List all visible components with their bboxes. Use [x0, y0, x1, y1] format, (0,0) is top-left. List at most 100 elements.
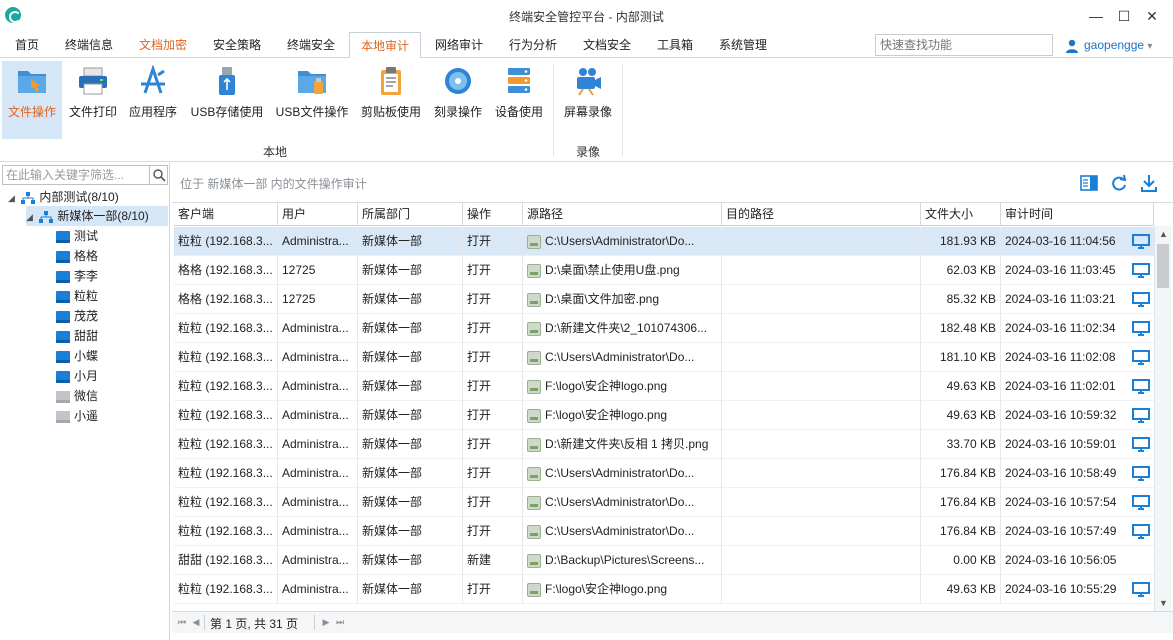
table-row[interactable]: 粒粒 (192.168.3... Administra... 新媒体一部 打开 F:\l… [174, 401, 1154, 430]
table-row[interactable]: 粒粒 (192.168.3... Administra... 新媒体一部 打开 C:\U… [174, 343, 1154, 372]
tab-doc-security[interactable]: 文档安全 [576, 32, 638, 58]
screen-view-icon[interactable] [1132, 263, 1150, 278]
quick-search-input[interactable] [875, 34, 1053, 56]
clipboard-button[interactable]: 剪贴板使用 [356, 61, 426, 137]
cell-text: D:\新建文件夹\2_101074306... [545, 321, 708, 335]
tree-filter-input[interactable]: 在此输入关键字筛选... [2, 165, 168, 185]
cell-text: 打开 [467, 495, 492, 509]
close-button[interactable]: ✕ [1138, 4, 1166, 28]
tree-node-dept[interactable]: ◢ 新媒体一部(8/10) [26, 206, 168, 226]
tree-node-user[interactable]: 小遥 [56, 406, 168, 426]
minimize-button[interactable]: — [1082, 4, 1110, 28]
tab-terminal-info[interactable]: 终端信息 [58, 32, 120, 58]
screen-view-icon[interactable] [1132, 437, 1150, 452]
file-print-button[interactable]: 文件打印 [64, 61, 122, 137]
tab-doc-encryption[interactable]: 文档加密 [132, 32, 194, 58]
application-button[interactable]: 应用程序 [124, 61, 182, 137]
tree-node-user[interactable]: 小蝶 [56, 346, 168, 366]
col-dest-path[interactable]: 目的路径 [722, 203, 921, 226]
table-row[interactable]: 粒粒 (192.168.3... Administra... 新媒体一部 打开 D:\新… [174, 430, 1154, 459]
tree-user-label: 小蝶 [74, 349, 99, 363]
next-page-icon[interactable]: ▶ [320, 615, 332, 629]
cell-user: Administra... [278, 314, 358, 343]
prev-page-icon[interactable]: ◀ [190, 615, 202, 629]
screen-view-icon[interactable] [1132, 292, 1150, 307]
col-source-path[interactable]: 源路径 [523, 203, 722, 226]
tab-system-management[interactable]: 系统管理 [712, 32, 774, 58]
screen-view-icon[interactable] [1132, 524, 1150, 539]
screen-view-icon[interactable] [1132, 321, 1150, 336]
burn-operation-button[interactable]: 刻录操作 [428, 61, 488, 137]
screen-view-icon[interactable] [1132, 379, 1150, 394]
cell-text: D:\桌面\禁止使用U盘.png [545, 263, 680, 277]
tab-terminal-security[interactable]: 终端安全 [280, 32, 342, 58]
tree-node-user[interactable]: 格格 [56, 246, 168, 266]
tree-node-user[interactable]: 测试 [56, 226, 168, 246]
collapse-arrow-icon[interactable]: ◢ [8, 188, 18, 208]
cell-text: 新媒体一部 [362, 495, 423, 509]
table-row[interactable]: 粒粒 (192.168.3... Administra... 新媒体一部 打开 C:\U… [174, 517, 1154, 546]
tree-node-user[interactable]: 甜甜 [56, 326, 168, 346]
cell-user: Administra... [278, 372, 358, 401]
screen-view-icon[interactable] [1132, 582, 1150, 597]
tree-node-root[interactable]: ◢ 内部测试(8/10) [8, 187, 168, 207]
table-row[interactable]: 粒粒 (192.168.3... Administra... 新媒体一部 打开 F:\l… [174, 575, 1154, 604]
screen-record-button[interactable]: 屏幕录像 [558, 61, 618, 137]
col-file-size[interactable]: 文件大小 [921, 203, 1001, 226]
table-row[interactable]: 粒粒 (192.168.3... Administra... 新媒体一部 打开 C:\U… [174, 227, 1154, 256]
cell-text: 打开 [467, 292, 492, 306]
column-settings-icon[interactable] [1079, 173, 1099, 193]
tab-home[interactable]: 首页 [6, 32, 48, 58]
collapse-arrow-icon[interactable]: ◢ [26, 207, 36, 227]
tree-node-user[interactable]: 粒粒 [56, 286, 168, 306]
png-file-icon [527, 524, 541, 539]
tree-node-user[interactable]: 微信 [56, 386, 168, 406]
usb-storage-button[interactable]: USB存储使用 [186, 61, 268, 137]
screen-view-icon[interactable] [1132, 495, 1150, 510]
table-row[interactable]: 粒粒 (192.168.3... Administra... 新媒体一部 打开 D:\新… [174, 314, 1154, 343]
col-user[interactable]: 用户 [278, 203, 358, 226]
tree-node-user[interactable]: 茂茂 [56, 306, 168, 326]
cell-dept: 新媒体一部 [358, 488, 463, 517]
screen-view-icon[interactable] [1132, 350, 1150, 365]
last-page-icon[interactable]: ⏭ [334, 615, 346, 629]
tree-search-button[interactable] [149, 166, 167, 184]
tab-security-policy[interactable]: 安全策略 [206, 32, 268, 58]
vertical-scrollbar[interactable]: ▲ ▼ [1154, 226, 1171, 611]
table-row[interactable]: 粒粒 (192.168.3... Administra... 新媒体一部 打开 F:\l… [174, 372, 1154, 401]
table-row[interactable]: 甜甜 (192.168.3... Administra... 新媒体一部 新建 D:\B… [174, 546, 1154, 575]
col-operation[interactable]: 操作 [463, 203, 523, 226]
scroll-down-icon[interactable]: ▼ [1155, 595, 1172, 611]
screen-view-icon[interactable] [1132, 408, 1150, 423]
scroll-thumb[interactable] [1157, 244, 1169, 288]
refresh-icon[interactable] [1109, 173, 1129, 193]
user-menu[interactable]: gaopengge ▾ [1065, 36, 1152, 56]
col-dept[interactable]: 所属部门 [358, 203, 463, 226]
tab-network-audit[interactable]: 网络审计 [428, 32, 490, 58]
maximize-button[interactable]: ☐ [1110, 4, 1138, 28]
table-row[interactable]: 粒粒 (192.168.3... Administra... 新媒体一部 打开 C:\U… [174, 459, 1154, 488]
table-row[interactable]: 格格 (192.168.3... 12725 新媒体一部 打开 D:\桌面\文件加密.p… [174, 285, 1154, 314]
scroll-up-icon[interactable]: ▲ [1155, 226, 1172, 242]
device-usage-button[interactable]: 设备使用 [490, 61, 548, 137]
tab-toolbox[interactable]: 工具箱 [650, 32, 700, 58]
table-row[interactable]: 粒粒 (192.168.3... Administra... 新媒体一部 打开 C:\U… [174, 488, 1154, 517]
screen-view-icon[interactable] [1132, 234, 1150, 249]
col-client[interactable]: 客户端 [174, 203, 278, 226]
download-icon[interactable] [1139, 173, 1159, 193]
screen-view-icon[interactable] [1132, 466, 1150, 481]
tab-local-audit[interactable]: 本地审计 [349, 32, 421, 59]
tab-behavior-analysis[interactable]: 行为分析 [502, 32, 564, 58]
file-operation-button[interactable]: 文件操作 [2, 61, 62, 139]
tree-node-user[interactable]: 李李 [56, 266, 168, 286]
tree-node-user[interactable]: 小月 [56, 366, 168, 386]
cell-text: 2024-03-16 10:59:01 [1005, 437, 1117, 451]
cell-text: C:\Users\Administrator\Do... [545, 350, 695, 364]
cell-src: D:\桌面\文件加密.png [523, 285, 722, 314]
first-page-icon[interactable]: ⏮ [176, 615, 188, 629]
table-row[interactable]: 格格 (192.168.3... 12725 新媒体一部 打开 D:\桌面\禁止使用U盘… [174, 256, 1154, 285]
col-audit-time[interactable]: 审计时间 [1001, 203, 1154, 226]
cell-time: 2024-03-16 11:02:01 [1001, 372, 1131, 401]
cell-text: 甜甜 (192.168.3... [178, 553, 273, 567]
usb-file-operation-button[interactable]: USB文件操作 [272, 61, 352, 137]
